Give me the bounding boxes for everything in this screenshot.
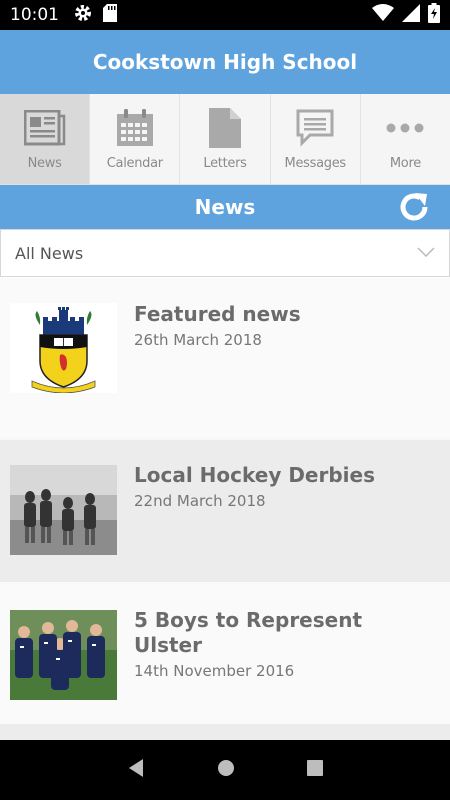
tab-label: Calendar [106, 156, 163, 171]
more-icon [384, 108, 426, 148]
chevron-down-icon [417, 244, 435, 262]
news-date: 14th November 2016 [134, 662, 295, 680]
signal-icon [402, 3, 420, 27]
school-crest-thumbnail [10, 303, 117, 393]
tab-label: Letters [203, 156, 247, 171]
tab-label: News [27, 156, 62, 171]
tab-bar: News Calendar Letters Messages More [0, 94, 450, 185]
home-icon[interactable] [217, 759, 235, 782]
news-item[interactable]: Featured news 26th March 2018 [0, 278, 450, 438]
tab-letters[interactable]: Letters [180, 94, 271, 184]
section-bar: News [0, 185, 450, 229]
news-date: 22nd March 2018 [134, 492, 266, 510]
battery-icon [428, 2, 440, 28]
news-title: Local Hockey Derbies [134, 463, 375, 487]
tab-label: Messages [284, 156, 347, 171]
tab-calendar[interactable]: Calendar [90, 94, 181, 184]
recents-icon[interactable] [306, 759, 324, 782]
tab-more[interactable]: More [361, 94, 450, 184]
tab-news[interactable]: News [0, 94, 91, 184]
sd-card-icon [103, 3, 117, 27]
news-date: 26th March 2018 [134, 331, 262, 349]
back-icon[interactable] [126, 758, 146, 783]
status-time: 10:01 [10, 5, 59, 25]
news-list: Featured news 26th March 2018 Local Hock… [0, 278, 450, 740]
gear-icon [73, 3, 93, 28]
news-item[interactable]: Local Hockey Derbies 22nd March 2018 [0, 440, 450, 582]
calendar-icon [114, 108, 156, 148]
news-title: 5 Boys to Represent Ulster [134, 608, 363, 657]
refresh-icon[interactable] [398, 191, 430, 223]
news-item[interactable] [0, 724, 450, 740]
app-title: Cookstown High School [92, 50, 358, 74]
section-title: News [194, 195, 256, 219]
status-bar: 10:01 [0, 0, 450, 30]
boys-photo-thumbnail [10, 610, 117, 700]
tab-messages[interactable]: Messages [271, 94, 361, 184]
filter-value: All News [15, 243, 84, 263]
app-header: Cookstown High School [0, 30, 450, 94]
newspaper-icon [23, 108, 66, 148]
news-title: Featured news [134, 302, 301, 326]
news-item[interactable]: 5 Boys to Represent Ulster 14th November… [0, 582, 450, 724]
news-filter-dropdown[interactable]: All News [0, 229, 450, 277]
hockey-photo-thumbnail [10, 465, 117, 555]
tab-label: More [389, 156, 421, 171]
message-icon [294, 108, 336, 148]
document-icon [204, 108, 246, 148]
navigation-bar [0, 740, 450, 800]
wifi-icon [372, 3, 394, 27]
